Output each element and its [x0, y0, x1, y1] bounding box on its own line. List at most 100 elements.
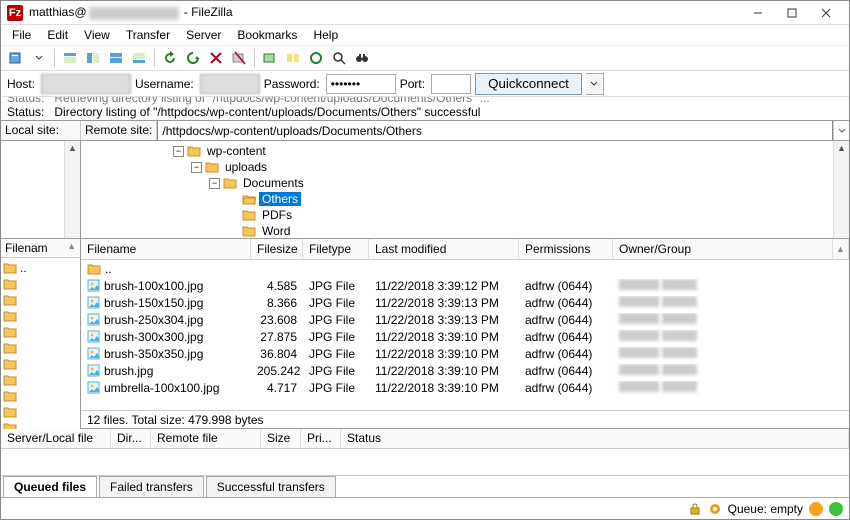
qcol-remote[interactable]: Remote file: [151, 429, 261, 448]
menu-view[interactable]: View: [77, 26, 117, 44]
local-tree[interactable]: ▲: [1, 141, 80, 239]
username-input[interactable]: [200, 74, 260, 94]
table-row[interactable]: brush-100x100.jpg4.585JPG File11/22/2018…: [81, 277, 849, 294]
toolbar-cancel-button[interactable]: [205, 47, 227, 69]
tree-node-others[interactable]: Others: [81, 191, 849, 207]
qcol-direction[interactable]: Dir...: [111, 429, 151, 448]
col-owner[interactable]: Owner/Group: [613, 239, 833, 259]
qcol-size[interactable]: Size: [261, 429, 301, 448]
message-log[interactable]: Status: Retrieving directory listing of …: [1, 97, 849, 121]
scroll-up-icon[interactable]: ▲: [65, 141, 80, 155]
toolbar-toggle-log-button[interactable]: [59, 47, 81, 69]
toolbar-toggle-queue-button[interactable]: [128, 47, 150, 69]
toolbar-filter-button[interactable]: [328, 47, 350, 69]
tab-queued-files[interactable]: Queued files: [3, 476, 97, 497]
close-icon: [821, 8, 831, 18]
toolbar-toggle-local-button[interactable]: [82, 47, 104, 69]
collapse-icon[interactable]: −: [173, 146, 184, 157]
toolbar-process-queue-button[interactable]: [182, 47, 204, 69]
col-filename[interactable]: Filename: [81, 239, 251, 259]
menu-server[interactable]: Server: [179, 26, 228, 44]
list-item[interactable]: [3, 324, 78, 340]
list-item[interactable]: [3, 404, 78, 420]
tree-node-documents[interactable]: −Documents: [81, 175, 849, 191]
toolbar-dropdown-button[interactable]: [28, 47, 50, 69]
list-item[interactable]: [3, 308, 78, 324]
col-modified[interactable]: Last modified: [369, 239, 519, 259]
list-item[interactable]: [3, 388, 78, 404]
table-row[interactable]: brush-350x350.jpg36.804JPG File11/22/201…: [81, 345, 849, 362]
filelist-scroll-up[interactable]: ▲: [833, 239, 849, 259]
menu-file[interactable]: File: [5, 26, 38, 44]
list-item[interactable]: [3, 420, 78, 429]
toolbar-reconnect-button[interactable]: [259, 47, 281, 69]
list-item[interactable]: [3, 292, 78, 308]
toolbar-sync-button[interactable]: [305, 47, 327, 69]
local-updir-row[interactable]: ..: [3, 260, 78, 276]
scroll-up-icon[interactable]: ▲: [67, 241, 76, 255]
file-name: brush-300x300.jpg: [104, 330, 203, 344]
menu-edit[interactable]: Edit: [40, 26, 75, 44]
chevron-down-icon: [838, 127, 846, 135]
toolbar-refresh-button[interactable]: [159, 47, 181, 69]
qcol-status[interactable]: Status: [341, 429, 849, 448]
tree-node-wp-content[interactable]: −wp-content: [81, 143, 849, 159]
qcol-serverlocal[interactable]: Server/Local file: [1, 429, 111, 448]
remote-path-input[interactable]: [157, 121, 833, 140]
scroll-up-icon[interactable]: ▲: [834, 141, 849, 155]
collapse-icon[interactable]: −: [209, 178, 220, 189]
toolbar-disconnect-button[interactable]: [228, 47, 250, 69]
collapse-icon[interactable]: −: [191, 162, 202, 173]
local-filelist[interactable]: .. <>: [1, 258, 80, 429]
tab-successful-transfers[interactable]: Successful transfers: [206, 476, 336, 497]
file-permissions: adfrw (0644): [519, 347, 613, 361]
close-button[interactable]: [809, 3, 843, 23]
lock-icon: [688, 502, 702, 516]
table-row[interactable]: brush-150x150.jpg8.366JPG File11/22/2018…: [81, 294, 849, 311]
transfer-queue[interactable]: [1, 449, 849, 475]
toolbar-toggle-remote-button[interactable]: [105, 47, 127, 69]
tree-scrollbar[interactable]: ▲: [833, 141, 849, 238]
quickconnect-button[interactable]: Quickconnect: [475, 73, 582, 95]
host-input[interactable]: [41, 74, 131, 94]
password-input[interactable]: [326, 74, 396, 94]
encryption-status-icon[interactable]: [688, 502, 702, 516]
table-row[interactable]: brush-250x304.jpg23.608JPG File11/22/201…: [81, 311, 849, 328]
col-permissions[interactable]: Permissions: [519, 239, 613, 259]
menu-help[interactable]: Help: [306, 26, 345, 44]
minimize-icon: [753, 8, 763, 18]
remote-path-dropdown[interactable]: [833, 121, 849, 140]
list-item[interactable]: [3, 372, 78, 388]
toolbar-find-button[interactable]: [351, 47, 373, 69]
port-input[interactable]: [431, 74, 471, 94]
remote-updir-row[interactable]: ..: [81, 260, 849, 277]
tree-node-uploads[interactable]: −uploads: [81, 159, 849, 175]
tab-failed-transfers[interactable]: Failed transfers: [99, 476, 204, 497]
process-icon: [185, 50, 201, 66]
tree-node-word[interactable]: Word: [81, 223, 849, 239]
folder-icon: [3, 310, 17, 322]
remote-directory-tree[interactable]: −wp-content −uploads −Documents Others P…: [81, 141, 849, 239]
folder-icon: [3, 358, 17, 370]
toolbar-site-manager-button[interactable]: [5, 47, 27, 69]
maximize-button[interactable]: [775, 3, 809, 23]
table-row[interactable]: brush-300x300.jpg27.875JPG File11/22/201…: [81, 328, 849, 345]
table-row[interactable]: brush.jpg205.242JPG File11/22/2018 3:39:…: [81, 362, 849, 379]
tree-node-pdfs[interactable]: PDFs: [81, 207, 849, 223]
list-item[interactable]: [3, 340, 78, 356]
folder-icon: [3, 406, 17, 418]
col-filesize[interactable]: Filesize: [251, 239, 303, 259]
remote-file-rows[interactable]: .. brush-100x100.jpg4.585JPG File11/22/2…: [81, 260, 849, 410]
menu-bookmarks[interactable]: Bookmarks: [230, 26, 304, 44]
menu-transfer[interactable]: Transfer: [119, 26, 177, 44]
list-item[interactable]: [3, 356, 78, 372]
minimize-button[interactable]: [741, 3, 775, 23]
quickconnect-dropdown-button[interactable]: [586, 73, 604, 95]
table-row[interactable]: umbrella-100x100.jpg4.717JPG File11/22/2…: [81, 379, 849, 396]
qcol-priority[interactable]: Pri...: [301, 429, 341, 448]
list-item[interactable]: [3, 276, 78, 292]
gear-status-icon[interactable]: [708, 502, 722, 516]
col-filetype[interactable]: Filetype: [303, 239, 369, 259]
toolbar-compare-button[interactable]: [282, 47, 304, 69]
local-col-filename[interactable]: Filenam: [5, 241, 48, 255]
